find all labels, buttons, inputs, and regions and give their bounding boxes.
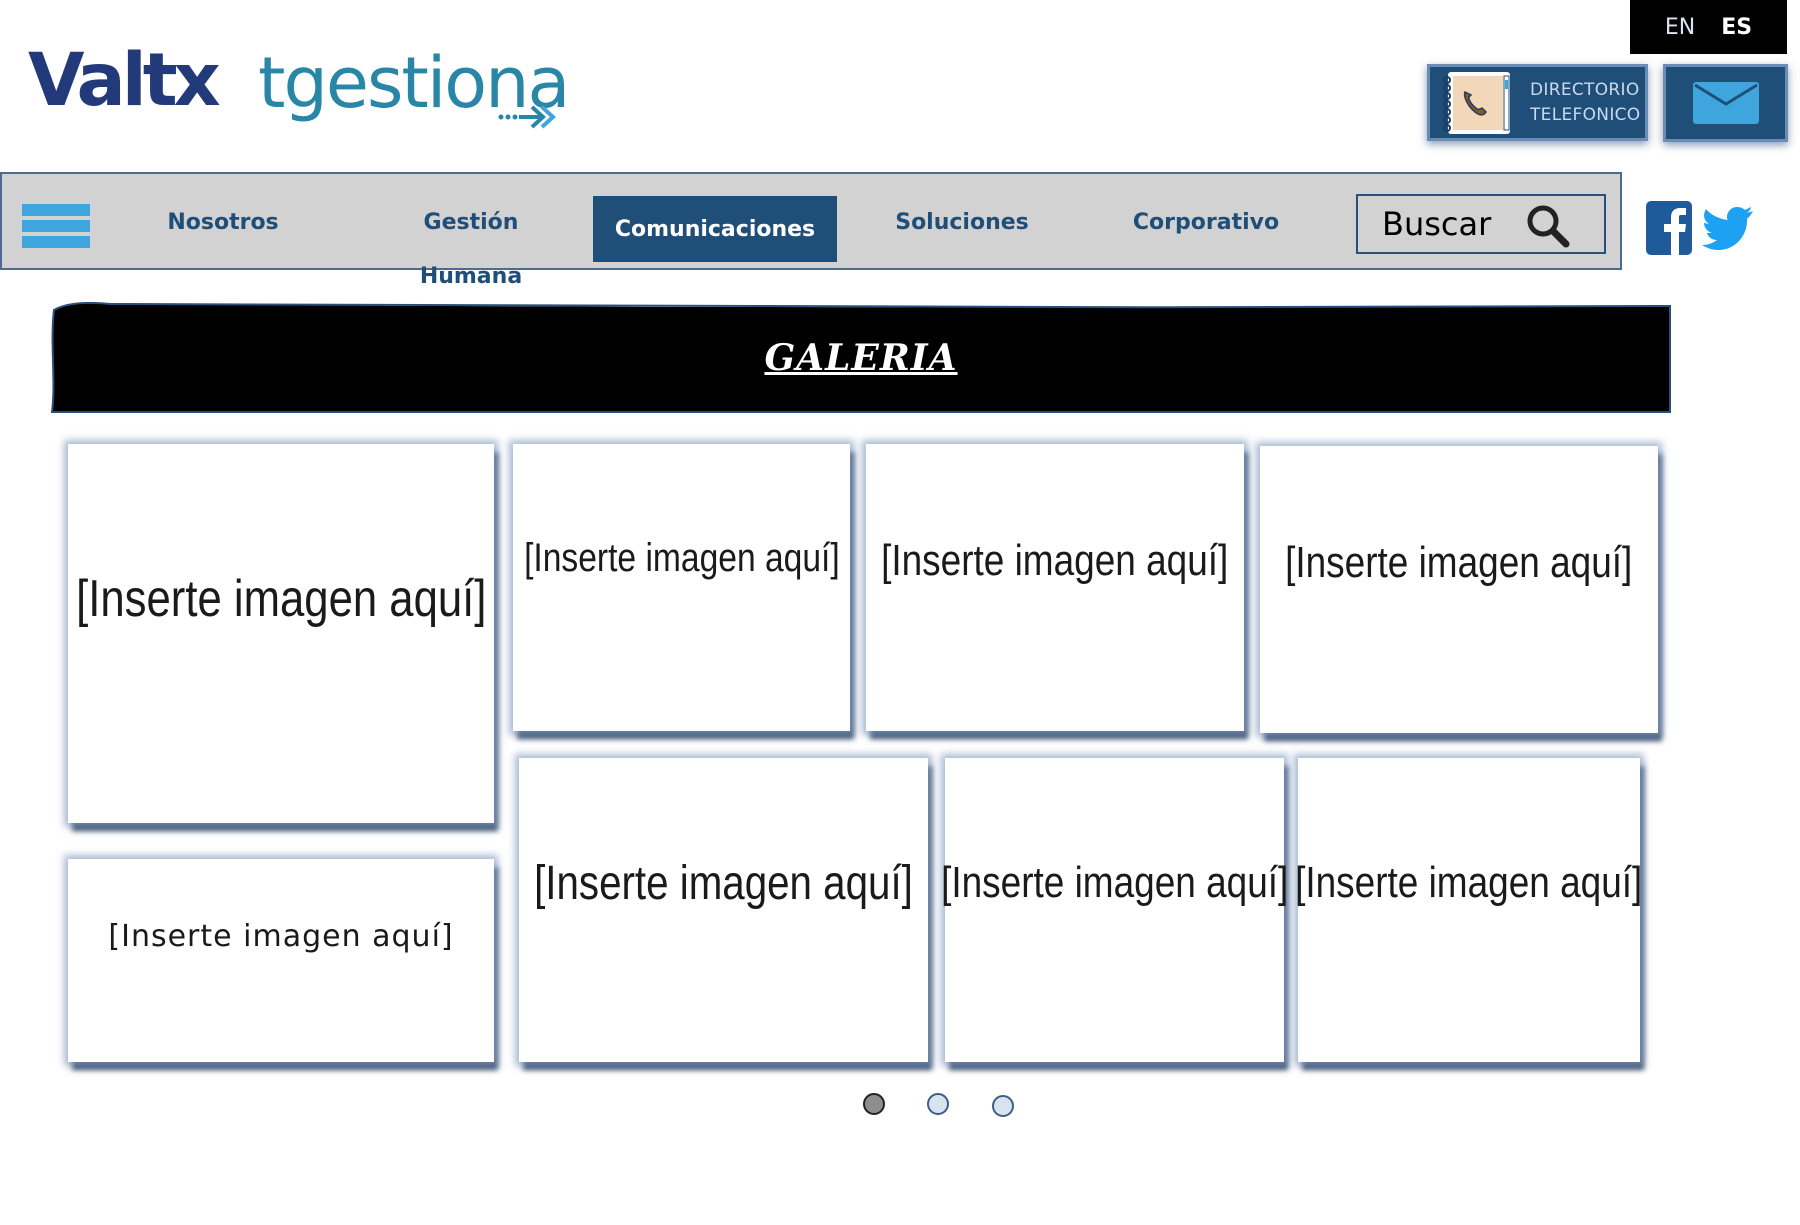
lang-en[interactable]: EN [1665,15,1695,40]
gallery-image-placeholder-8[interactable]: [Inserte imagen aquí] [1295,758,1643,1062]
mail-button[interactable] [1663,64,1788,142]
twitter-icon[interactable] [1702,204,1754,252]
gallery-header: GALERIA [50,302,1672,414]
nav-soluciones[interactable]: Soluciones [888,196,1036,260]
gallery-image-placeholder-2[interactable]: [Inserte imagen aquí] [513,444,850,731]
nav-comunicaciones[interactable]: Comunicaciones [593,196,837,262]
valtx-logo[interactable]: Valtx [28,36,221,126]
placeholder-text: [Inserte imagen aquí] [534,857,913,910]
placeholder-text: [Inserte imagen aquí] [881,536,1229,585]
gallery-image-placeholder-1[interactable]: [Inserte imagen aquí] [68,444,494,823]
directory-button[interactable]: DIRECTORIO TELEFONICO [1427,64,1648,141]
language-switcher: EN ES [1630,0,1787,54]
pager-dot-2[interactable] [927,1093,949,1115]
placeholder-text: [Inserte imagen aquí] [1285,538,1633,587]
gallery-title: GALERIA [764,337,958,379]
placeholder-text: [Inserte imagen aquí] [1295,858,1643,907]
nav-corporativo[interactable]: Corporativo [1130,196,1282,260]
main-nav: Nosotros Gestión Humana Comunicaciones S… [0,172,1622,289]
placeholder-text: [Inserte imagen aquí] [940,858,1289,907]
directory-label-line1: DIRECTORIO [1530,79,1640,100]
envelope-icon [1692,82,1759,124]
directory-label-line2: TELEFONICO [1530,104,1641,125]
search-input[interactable] [1358,196,1528,252]
lang-es[interactable]: ES [1721,15,1752,40]
gallery-image-placeholder-6[interactable]: [Inserte imagen aquí] [519,758,928,1062]
search-icon[interactable] [1524,202,1572,250]
nav-gestion-humana[interactable]: Gestión Humana [376,196,566,289]
placeholder-text: [Inserte imagen aquí] [75,570,487,628]
facebook-icon[interactable] [1646,201,1692,255]
nav-nosotros[interactable]: Nosotros [152,196,294,260]
gallery-image-placeholder-5[interactable]: [Inserte imagen aquí] [68,859,494,1062]
directory-label: DIRECTORIO TELEFONICO [1530,78,1640,128]
gallery-image-placeholder-7[interactable]: [Inserte imagen aquí] [941,758,1288,1062]
tgestiona-arrow-icon [498,105,556,129]
pager-dot-3[interactable] [992,1095,1014,1117]
placeholder-text: [Inserte imagen aquí] [108,919,454,954]
hamburger-icon[interactable] [22,204,90,250]
placeholder-text: [Inserte imagen aquí] [523,536,840,580]
search-box [1356,194,1606,254]
phone-book-icon [1443,71,1510,134]
gallery-image-placeholder-4[interactable]: [Inserte imagen aquí] [1260,446,1658,733]
gallery-image-placeholder-3[interactable]: [Inserte imagen aquí] [866,444,1244,731]
pager-dot-1[interactable] [863,1093,885,1115]
page: Valtx tgestiona EN ES DIRECTORIO TELEFON… [0,0,1800,1225]
